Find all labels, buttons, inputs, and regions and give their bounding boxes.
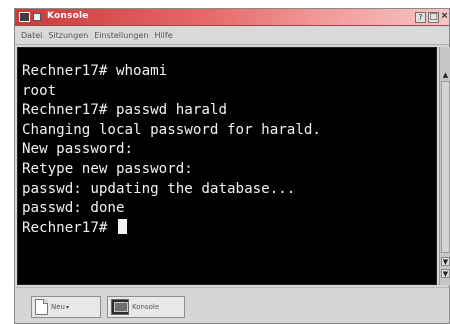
sticky-icon[interactable] [33,13,41,21]
window-menu-icon[interactable] [19,12,30,22]
konsole-window: Konsole ? □ × Datei Sitzungen Einstellun… [14,8,450,324]
terminal-line: Rechner17# passwd harald [22,102,227,119]
terminal-line: passwd: updating the database... [22,180,296,197]
text-cursor [117,218,127,234]
tab-new-session[interactable]: Neu ▾ [31,296,101,318]
menu-datei[interactable]: Datei [21,31,42,40]
new-document-icon [35,299,48,315]
menu-einstellungen[interactable]: Einstellungen [94,31,148,40]
help-button[interactable]: ? [415,12,426,23]
terminal-icon [111,299,129,315]
terminal-output[interactable]: Rechner17# whoami root Rechner17# passwd… [17,47,437,285]
tab-new-label: Neu [51,303,65,311]
tab-konsole[interactable]: Konsole [107,296,185,318]
chevron-down-icon[interactable]: ▾ [66,304,69,311]
tab-konsole-label: Konsole [132,303,160,311]
terminal-line: Rechner17# whoami [22,63,168,79]
menu-bar: Datei Sitzungen Einstellungen Hilfe [15,27,449,45]
menu-hilfe[interactable]: Hilfe [154,31,172,40]
vertical-scrollbar[interactable]: ▲ ▼ ▼ [439,47,450,285]
scrollbar-thumb[interactable] [441,81,450,253]
terminal-line: root [22,82,57,99]
terminal-line: passwd: done [22,200,125,217]
terminal-prompt-line[interactable]: Rechner17# [22,218,436,239]
menu-sitzungen[interactable]: Sitzungen [48,31,88,40]
tab-bar: Neu ▾ Konsole [15,287,449,323]
terminal-line: New password: [22,141,134,158]
scroll-down-icon[interactable]: ▼ [441,257,450,266]
title-bar[interactable]: Konsole ? □ × [15,9,449,26]
terminal-line: Changing local password for harald. [22,121,321,138]
close-button[interactable]: × [440,12,449,23]
scroll-up-icon[interactable]: ▲ [441,71,450,80]
scroll-down-icon[interactable]: ▼ [441,269,450,278]
window-title: Konsole [47,11,89,21]
minimize-button[interactable]: □ [428,12,439,23]
terminal-prompt: Rechner17# [22,219,116,236]
terminal-line: Retype new password: [22,160,193,177]
